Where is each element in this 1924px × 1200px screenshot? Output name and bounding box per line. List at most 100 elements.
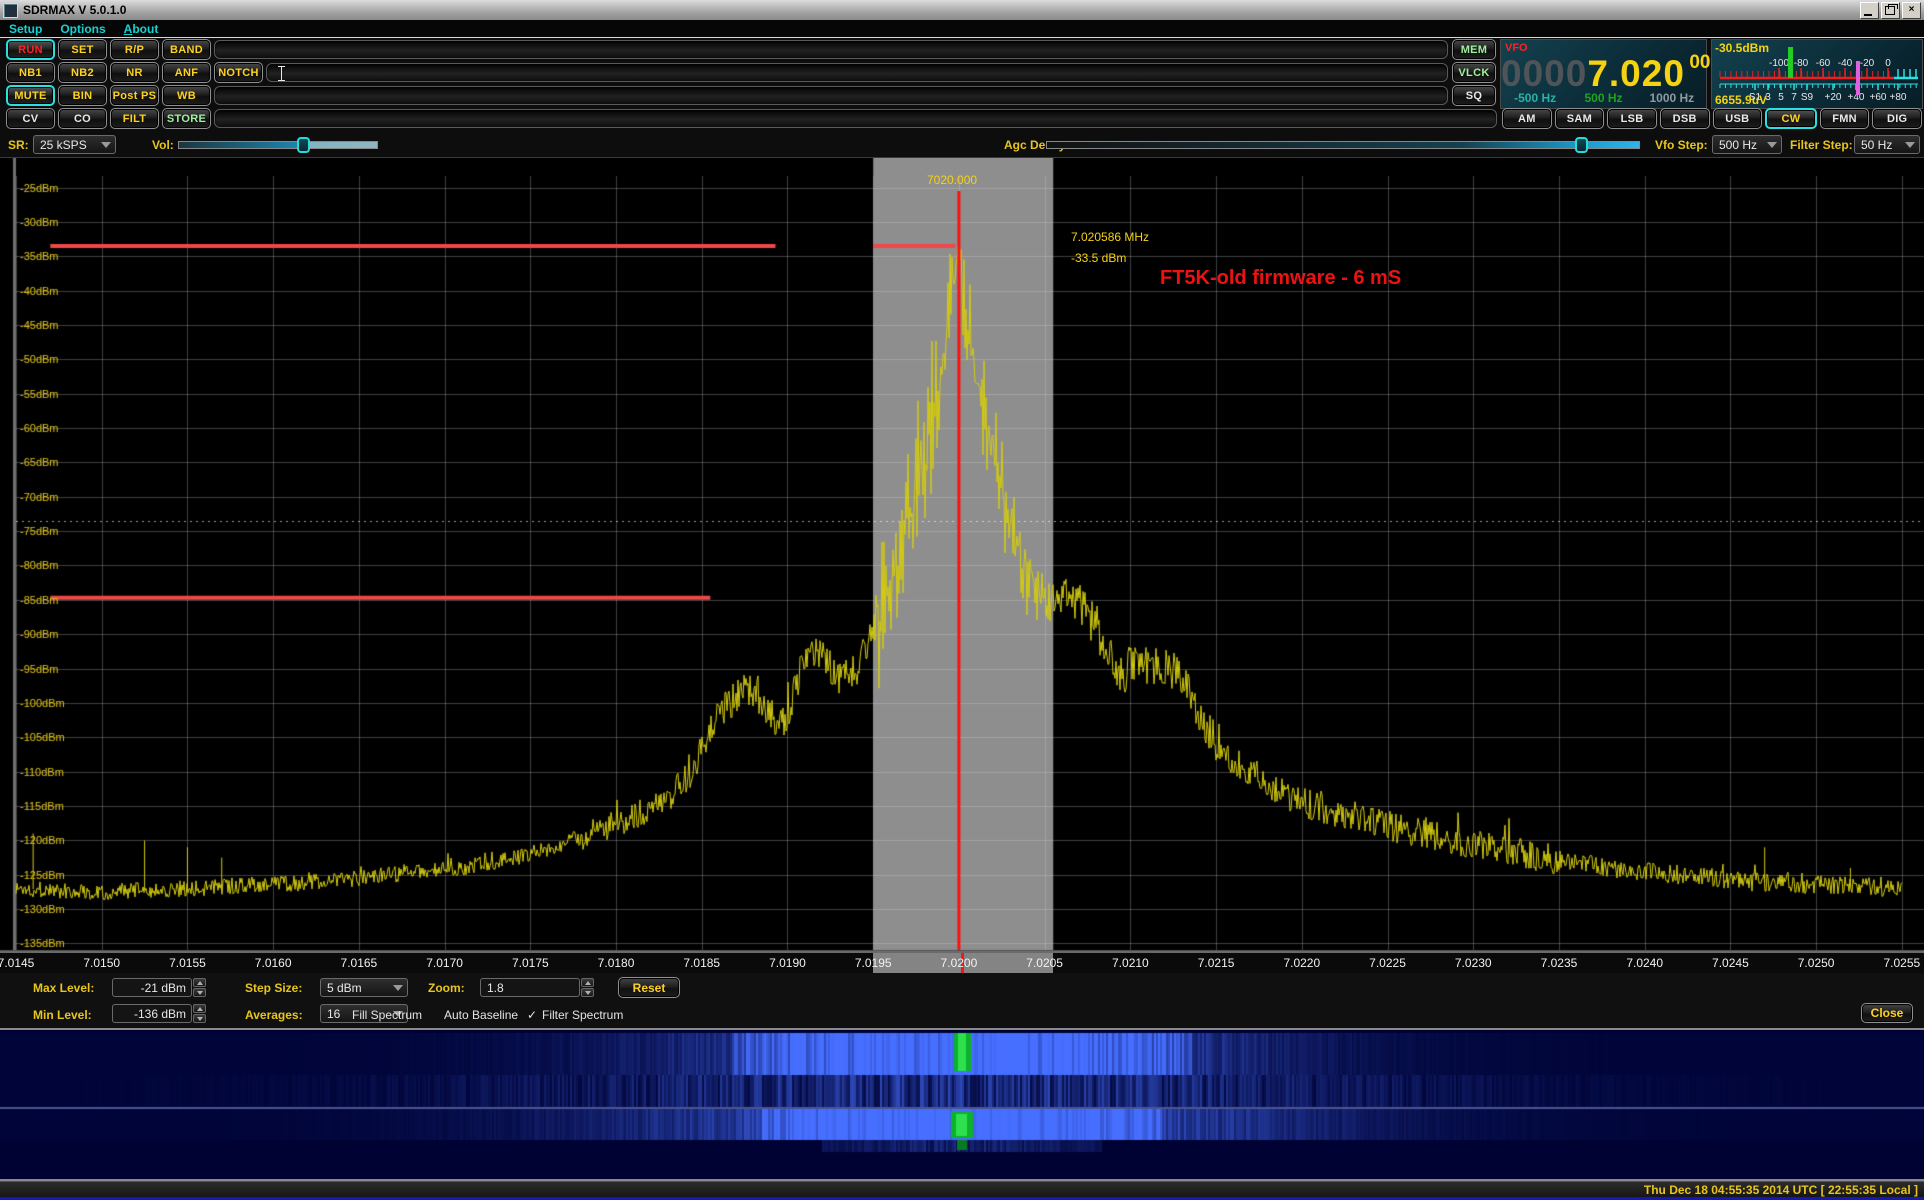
clock-readout: Thu Dec 18 04:55:35 2014 UTC [ 22:55:35 … [1644, 1183, 1924, 1197]
filter-step-select[interactable]: 50 Hz [1854, 135, 1920, 154]
volume-slider[interactable] [178, 141, 378, 149]
mode-button-dsb[interactable]: DSB [1660, 108, 1710, 129]
freq-tick-label: 7.0240 [1626, 956, 1663, 970]
vfo-step-value: 500 Hz [1719, 138, 1757, 152]
button-nb2[interactable]: NB2 [58, 62, 107, 83]
zoom-input[interactable]: 1.8 [480, 978, 580, 997]
min-level-spinner[interactable] [193, 1004, 206, 1023]
button-post-ps[interactable]: Post PS [110, 85, 159, 106]
minimize-button[interactable] [1860, 2, 1879, 19]
auto-baseline-toggle[interactable]: Auto Baseline [444, 1008, 518, 1022]
volume-label: Vol: [152, 138, 174, 152]
freq-tick-label: 7.0190 [769, 956, 806, 970]
svg-text:-80: -80 [1794, 58, 1809, 69]
button-nb1[interactable]: NB1 [6, 62, 55, 83]
freq-tick-label: 7.0225 [1369, 956, 1406, 970]
panel-groove [214, 109, 1497, 128]
close-button[interactable]: Close [1861, 1003, 1913, 1023]
mode-button-sam[interactable]: SAM [1555, 108, 1605, 129]
agc-decay-slider-handle[interactable] [1575, 137, 1588, 153]
button-notch[interactable]: NOTCH [214, 62, 263, 83]
button-mute[interactable]: MUTE [6, 85, 55, 106]
menu-item-about[interactable]: About [115, 22, 168, 36]
dropdown-arrow-icon [1767, 142, 1777, 148]
button-nr[interactable]: NR [110, 62, 159, 83]
panel-groove [214, 86, 1448, 105]
button-run[interactable]: RUN [6, 39, 55, 60]
spectrum-canvas[interactable] [0, 158, 1924, 952]
vfo-frequency: 00007.020 000.0 [1501, 52, 1703, 95]
mode-button-cw[interactable]: CW [1765, 108, 1817, 129]
restore-button[interactable] [1881, 2, 1900, 19]
freq-tick-label: 7.0160 [255, 956, 292, 970]
button-vlck[interactable]: VLCK [1452, 62, 1496, 83]
vfo-sub-mid: 500 Hz [1569, 91, 1637, 105]
button-co[interactable]: CO [58, 108, 107, 129]
button-bin[interactable]: BIN [58, 85, 107, 106]
freq-tick-label: 7.0210 [1112, 956, 1149, 970]
vfo-sub-left: -500 Hz [1501, 91, 1569, 105]
menu-item-options[interactable]: Options [51, 22, 114, 36]
button-filt[interactable]: FILT [110, 108, 159, 129]
filter-spectrum-toggle[interactable]: Filter Spectrum [542, 1008, 623, 1022]
freq-tick-label: 7.0255 [1883, 956, 1920, 970]
frequency-axis: 7.01457.01507.01557.01607.01657.01707.01… [0, 951, 1924, 975]
button-band[interactable]: BAND [162, 39, 211, 60]
fill-spectrum-toggle[interactable]: Fill Spectrum [352, 1008, 422, 1022]
button-r-p[interactable]: R/P [110, 39, 159, 60]
waterfall-canvas[interactable] [0, 1030, 1924, 1179]
button-cv[interactable]: CV [6, 108, 55, 129]
title-bar[interactable]: SDRMAX V 5.0.1.0 × [0, 0, 1924, 21]
svg-text:+60: +60 [1870, 92, 1887, 103]
sdrmax-window: SDRMAX V 5.0.1.0 × SetupOptionsAbout RUN… [0, 0, 1924, 1200]
sample-rate-value: 25 kSPS [40, 138, 87, 152]
freq-tick-label: 7.0230 [1455, 956, 1492, 970]
max-level-label: Max Level: [33, 981, 94, 995]
max-level-spinner[interactable] [193, 978, 206, 997]
max-level-input[interactable]: -21 dBm [112, 978, 192, 997]
vfo-step-select[interactable]: 500 Hz [1712, 135, 1782, 154]
button-sq[interactable]: SQ [1452, 85, 1496, 106]
filter-step-value: 50 Hz [1861, 138, 1892, 152]
svg-text:-60: -60 [1816, 58, 1831, 69]
filter-step-label: Filter Step: [1790, 138, 1853, 152]
mode-button-am[interactable]: AM [1502, 108, 1552, 129]
mode-button-lsb[interactable]: LSB [1607, 108, 1657, 129]
s-meter-uv-readout: 6655.9uV [1715, 93, 1767, 107]
vfo-display[interactable]: VFO 00007.020 000.0 -500 Hz 500 Hz 1000 … [1500, 39, 1707, 109]
freq-tick-label: 7.0150 [83, 956, 120, 970]
tuned-frequency-flag: 7020.000 [927, 173, 977, 187]
zoom-spinner[interactable] [581, 978, 594, 997]
s-meter: -100-80-60-40-200S1357S9+20+40+60+80 -30… [1711, 39, 1923, 109]
button-store[interactable]: STORE [162, 108, 211, 129]
close-window-button[interactable]: × [1902, 2, 1921, 19]
freq-tick-label: 7.0145 [0, 956, 34, 970]
svg-text:+20: +20 [1825, 92, 1842, 103]
step-size-select[interactable]: 5 dBm [320, 978, 408, 997]
volume-slider-handle[interactable] [297, 137, 310, 153]
firmware-note: FT5K-old firmware - 6 mS [1160, 267, 1401, 290]
min-level-input[interactable]: -136 dBm [112, 1004, 192, 1023]
spectrum-display[interactable]: 7020.000 7.020586 MHz -33.5 dBm FT5K-old… [0, 157, 1924, 952]
button-anf[interactable]: ANF [162, 62, 211, 83]
button-set[interactable]: SET [58, 39, 107, 60]
svg-text:-100: -100 [1769, 58, 1789, 69]
panel-groove [214, 40, 1448, 59]
filter-spectrum-checkmark-icon: ✓ [527, 1008, 537, 1022]
freq-tick-label: 7.0155 [169, 956, 206, 970]
waterfall-display[interactable] [0, 1028, 1924, 1181]
mode-button-fmn[interactable]: FMN [1820, 108, 1870, 129]
menu-item-setup[interactable]: Setup [0, 22, 51, 36]
mode-button-row: AMSAMLSBDSBUSBCWFMNDIG [1502, 108, 1922, 129]
sample-rate-select[interactable]: 25 kSPS [33, 135, 116, 154]
svg-text:-40: -40 [1838, 58, 1853, 69]
app-icon [3, 3, 18, 18]
agc-decay-slider[interactable] [1046, 141, 1640, 149]
mode-button-dig[interactable]: DIG [1872, 108, 1922, 129]
button-mem[interactable]: MEM [1452, 39, 1496, 60]
mode-button-usb[interactable]: USB [1713, 108, 1763, 129]
reset-button[interactable]: Reset [618, 977, 680, 998]
button-wb[interactable]: WB [162, 85, 211, 106]
freq-tick-label: 7.0180 [598, 956, 635, 970]
freq-tick-label: 7.0235 [1541, 956, 1578, 970]
